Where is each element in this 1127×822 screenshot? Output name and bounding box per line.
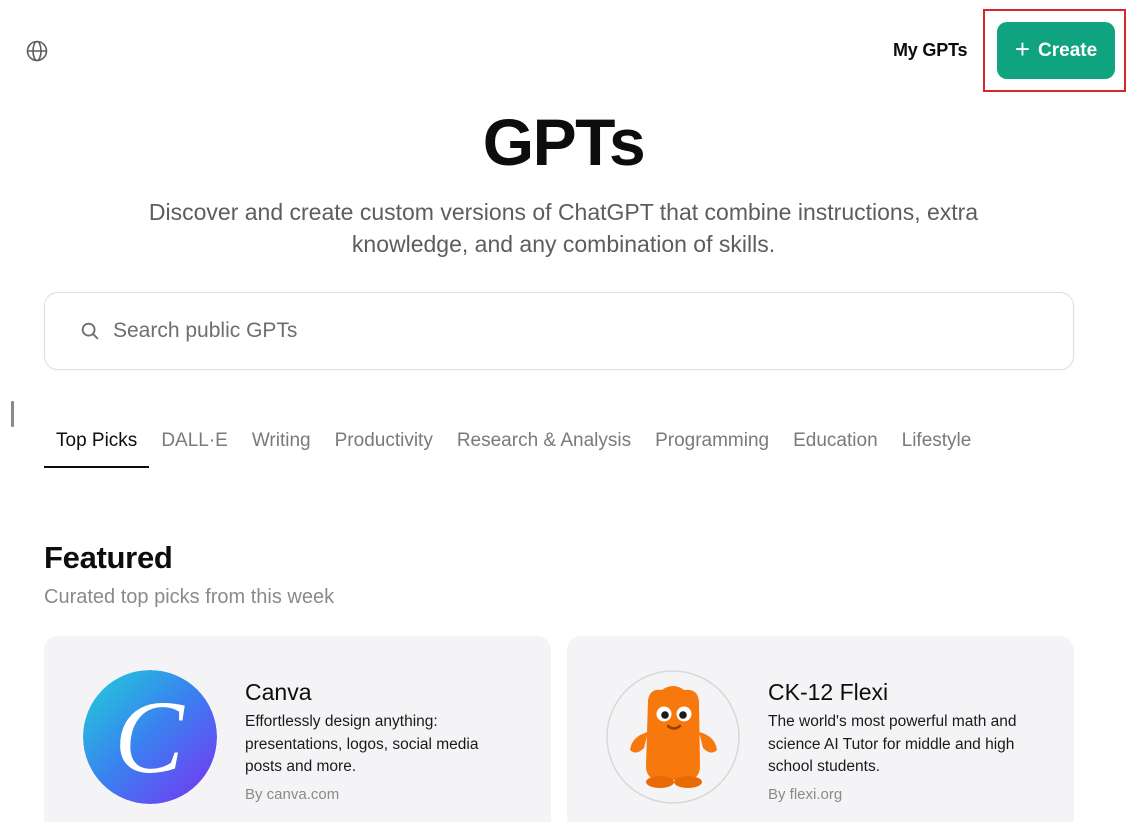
gpt-card-name: Canva	[245, 679, 312, 705]
page-subtitle: Discover and create custom versions of C…	[148, 199, 979, 257]
category-tabs: Top Picks DALL·E Writing Productivity Re…	[44, 428, 983, 468]
create-button[interactable]: + Create	[997, 22, 1115, 79]
page-title: GPTs	[482, 105, 646, 179]
tab-productivity[interactable]: Productivity	[323, 428, 445, 468]
gpts-page: My GPTs + Create GPTs Discover and creat…	[0, 0, 1127, 822]
gpt-card-description: Effortlessly design anything: presentati…	[245, 713, 479, 775]
flexi-logo	[606, 670, 740, 804]
my-gpts-link[interactable]: My GPTs	[893, 40, 967, 64]
gpt-card-description: The world's most powerful math and scien…	[768, 713, 1017, 775]
tab-writing[interactable]: Writing	[240, 428, 323, 468]
plus-icon: +	[1014, 34, 1031, 64]
gpt-card-author: By canva.com	[245, 786, 340, 803]
scroll-indicator	[11, 401, 14, 427]
featured-heading: Featured	[44, 540, 173, 575]
tab-education[interactable]: Education	[781, 428, 890, 468]
search-box[interactable]	[44, 292, 1074, 370]
tab-lifestyle[interactable]: Lifestyle	[890, 428, 984, 468]
gpt-card-author: By flexi.org	[768, 786, 843, 803]
search-icon	[81, 322, 99, 340]
svg-text:C: C	[114, 680, 185, 795]
tab-dall-e[interactable]: DALL·E	[149, 428, 240, 468]
gpt-card-name: CK-12 Flexi	[768, 679, 889, 705]
gpt-card-canva[interactable]: C Canva Effortlessly design anything: pr…	[44, 636, 551, 822]
canva-logo: C	[83, 670, 217, 804]
gpt-card-ck12-flexi[interactable]: CK-12 Flexi The world's most powerful ma…	[567, 636, 1074, 822]
tab-research-analysis[interactable]: Research & Analysis	[445, 428, 643, 468]
featured-subheading: Curated top picks from this week	[44, 586, 335, 608]
tab-top-picks[interactable]: Top Picks	[44, 428, 150, 468]
tab-programming[interactable]: Programming	[643, 428, 781, 468]
create-button-label: Create	[1038, 39, 1098, 61]
search-input[interactable]	[113, 319, 1073, 343]
globe-icon[interactable]	[24, 38, 50, 64]
